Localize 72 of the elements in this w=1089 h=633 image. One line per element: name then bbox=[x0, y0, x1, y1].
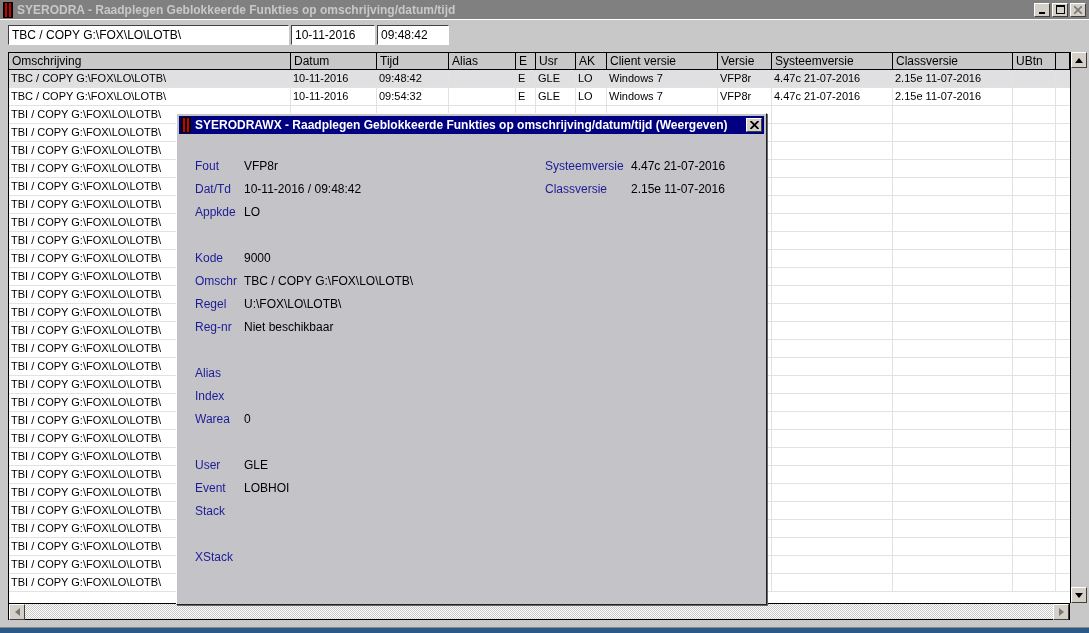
column-header[interactable]: Systeemversie bbox=[772, 53, 893, 69]
field-label: Event bbox=[195, 481, 227, 497]
table-cell: 10-11-2016 bbox=[291, 70, 377, 87]
table-cell: GLE bbox=[536, 88, 576, 105]
field-value: VFP8r bbox=[244, 159, 278, 175]
table-cell: 10-11-2016 bbox=[291, 88, 377, 105]
field-value: 4.47c 21-07-2016 bbox=[631, 159, 726, 175]
table-cell: 2.15e 11-07-2016 bbox=[893, 70, 1013, 87]
table-cell: LO bbox=[576, 88, 607, 105]
app-icon bbox=[3, 1, 13, 18]
column-header[interactable]: E bbox=[516, 53, 536, 69]
column-header[interactable]: UBtn bbox=[1013, 53, 1056, 69]
field-value: LOBHOI bbox=[244, 481, 290, 497]
field-value: 0 bbox=[244, 412, 251, 428]
table-cell: E bbox=[516, 70, 536, 87]
table-cell: TBC / COPY G:\FOX\LO\LOTB\ bbox=[9, 88, 291, 105]
minimize-button[interactable] bbox=[1034, 2, 1050, 17]
vertical-scrollbar[interactable] bbox=[1070, 52, 1088, 603]
column-header[interactable]: Datum bbox=[291, 53, 377, 69]
column-header[interactable]: Alias bbox=[449, 53, 516, 69]
close-icon bbox=[749, 121, 759, 129]
table-cell: GLE bbox=[536, 70, 576, 87]
table-row[interactable]: TBC / COPY G:\FOX\LO\LOTB\ 10-11-2016 09:54:32 E GLE LO Windows 7 VFP8r 4.47c 21-07-2016 2.15e 11-07-2016 bbox=[9, 88, 1070, 106]
column-header[interactable]: Versie bbox=[718, 53, 772, 69]
maximize-button[interactable] bbox=[1052, 2, 1068, 17]
scroll-down-button[interactable] bbox=[1071, 587, 1087, 603]
table-cell: VFP8r bbox=[718, 70, 772, 87]
scroll-right-button[interactable] bbox=[1053, 604, 1069, 620]
field-label: Warea bbox=[195, 412, 231, 428]
field-label: Systeemversie bbox=[545, 159, 625, 175]
table-cell: LO bbox=[576, 70, 607, 87]
field-label: Dat/Td bbox=[195, 182, 232, 198]
field-label: Stack bbox=[195, 504, 226, 520]
column-header[interactable]: AK bbox=[576, 53, 607, 69]
maximize-icon bbox=[1055, 5, 1065, 14]
field-value: 2.15e 11-07-2016 bbox=[631, 182, 725, 198]
field-label: Kode bbox=[195, 251, 225, 267]
close-button[interactable] bbox=[746, 118, 762, 132]
scroll-left-button[interactable] bbox=[9, 604, 25, 620]
column-header[interactable]: Usr bbox=[536, 53, 576, 69]
table-cell: 09:54:32 bbox=[377, 88, 449, 105]
column-header[interactable]: Omschrijving bbox=[9, 53, 291, 69]
table-cell: VFP8r bbox=[718, 88, 772, 105]
right-arrow-icon bbox=[1058, 608, 1064, 616]
field-label: Fout bbox=[195, 159, 220, 175]
scroll-up-button[interactable] bbox=[1071, 52, 1087, 68]
table-cell: 4.47c 21-07-2016 bbox=[772, 88, 893, 105]
date-field[interactable]: 10-11-2016 bbox=[291, 25, 375, 45]
table-cell: Windows 7 bbox=[607, 88, 718, 105]
close-button[interactable] bbox=[1070, 2, 1086, 17]
table-cell: 4.47c 21-07-2016 bbox=[772, 70, 893, 87]
app-icon bbox=[181, 117, 191, 133]
minimize-icon bbox=[1039, 11, 1045, 14]
up-arrow-icon bbox=[1075, 57, 1083, 63]
left-arrow-icon bbox=[14, 608, 20, 616]
field-label: Classversie bbox=[545, 182, 608, 198]
column-header[interactable]: Classversie bbox=[893, 53, 1013, 69]
time-field[interactable]: 09:48:42 bbox=[377, 25, 449, 45]
field-label: Reg-nr bbox=[195, 320, 233, 336]
down-arrow-icon bbox=[1075, 592, 1083, 598]
table-cell: TBC / COPY G:\FOX\LO\LOTB\ bbox=[9, 70, 291, 87]
column-header[interactable]: Client versie bbox=[607, 53, 718, 69]
table-cell: E bbox=[516, 88, 536, 105]
description-field[interactable]: TBC / COPY G:\FOX\LO\LOTB\ bbox=[8, 25, 289, 45]
table-cell: Windows 7 bbox=[607, 70, 718, 87]
table-cell: 09:48:42 bbox=[377, 70, 449, 87]
field-value: 9000 bbox=[244, 251, 271, 267]
window-title: SYERODRA - Raadplegen Geblokkeerde Funkties op omschrijving/datum/tijd bbox=[17, 2, 456, 17]
table-cell: 2.15e 11-07-2016 bbox=[893, 88, 1013, 105]
column-header[interactable]: Tijd bbox=[377, 53, 449, 69]
close-icon bbox=[1074, 5, 1082, 14]
table-row[interactable]: TBC / COPY G:\FOX\LO\LOTB\ 10-11-2016 09:48:42 E GLE LO Windows 7 VFP8r 4.47c 21-07-2016 2.15e 11-07-2016 bbox=[9, 70, 1070, 88]
